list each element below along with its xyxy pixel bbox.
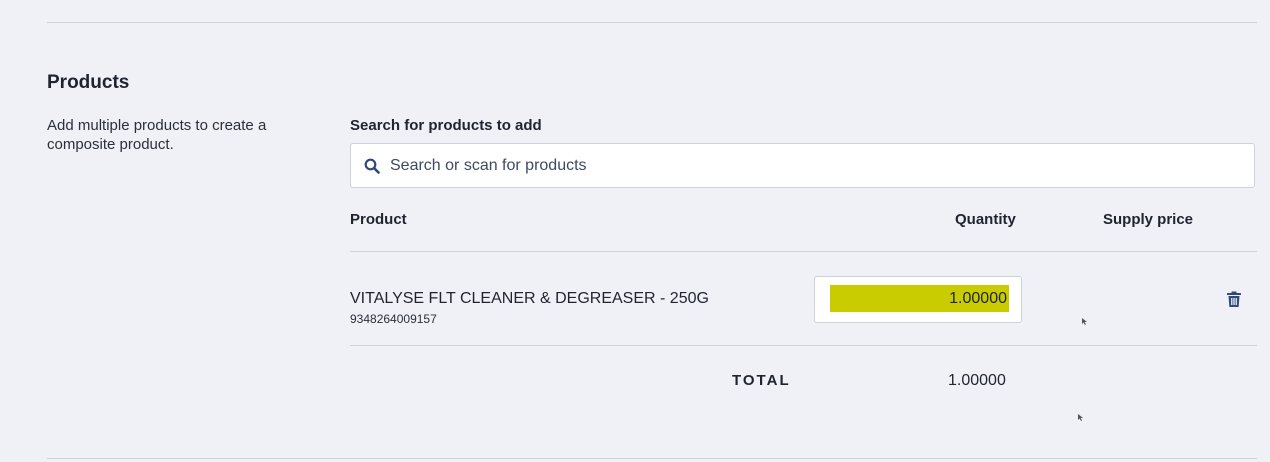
search-icon: [364, 158, 380, 174]
cursor-icon: [1078, 414, 1083, 421]
section-title: Products: [47, 72, 130, 93]
row-divider: [350, 345, 1257, 346]
column-header-supply-price: Supply price: [1103, 211, 1194, 228]
search-box[interactable]: [350, 143, 1255, 188]
header-divider: [350, 251, 1257, 252]
trash-icon[interactable]: [1226, 291, 1242, 308]
column-header-product: Product: [350, 211, 407, 228]
top-divider: [47, 22, 1257, 23]
quantity-field[interactable]: [814, 276, 1022, 323]
search-label: Search for products to add: [350, 117, 542, 134]
quantity-input[interactable]: [830, 285, 1009, 312]
total-label: TOTAL: [732, 372, 791, 389]
search-input[interactable]: [390, 144, 1240, 187]
total-quantity: 1.00000: [948, 372, 1006, 389]
bottom-divider: [47, 458, 1257, 459]
product-sku: 9348264009157: [350, 312, 437, 326]
cursor-icon: [1082, 318, 1087, 325]
product-name: VITALYSE FLT CLEANER & DEGREASER - 250G: [350, 290, 709, 307]
column-header-quantity: Quantity: [955, 211, 1016, 228]
section-description: Add multiple products to create a compos…: [47, 117, 267, 153]
